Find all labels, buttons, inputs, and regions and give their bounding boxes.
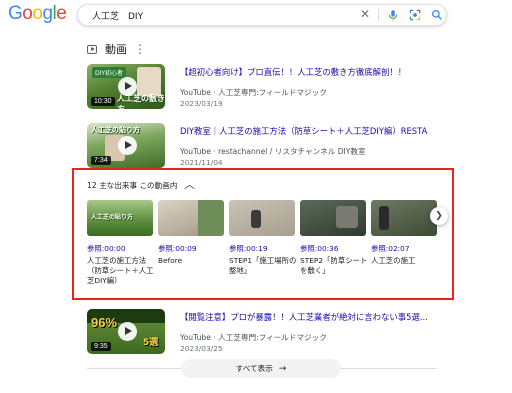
moment-thumb-garden: [198, 200, 224, 236]
thumb-caption: 96%: [91, 315, 118, 330]
moment-description: STEP2「防草シートを敷く」: [300, 256, 368, 275]
video-duration: 7:34: [91, 156, 111, 165]
thumb-badge: DIY初心者: [92, 67, 127, 78]
moment-thumb-tools: [336, 206, 358, 228]
moment-time-link[interactable]: 参照:00:00: [87, 243, 155, 254]
video-title-link[interactable]: DIY教室｜人工芝の施工方法（防草シート＋人工芝DIY編）RESTA: [180, 125, 427, 137]
key-moment[interactable]: 参照:00:09 Before: [158, 200, 226, 266]
video-result[interactable]: 96% 5選 9:35 【閲覧注意】プロが暴露！！人工芝業者が絶対に言わない事5…: [87, 309, 437, 361]
moment-thumb-worker: [251, 210, 261, 228]
search-icon[interactable]: [430, 8, 444, 22]
video-date: 2021/11/04: [180, 158, 223, 167]
video-duration: 10:30: [91, 97, 115, 106]
video-thumbnail[interactable]: DIY初心者 人工芝の敷き方 10:30: [87, 64, 165, 109]
moment-time-link[interactable]: 参照:02:07: [371, 243, 439, 254]
video-source: YouTube · 人工芝専門:フィールドマジック: [180, 333, 327, 342]
moment-thumbnail[interactable]: [300, 200, 366, 236]
google-logo[interactable]: Google: [8, 3, 67, 25]
play-icon[interactable]: [118, 77, 137, 96]
chevron-up-icon[interactable]: ︿: [184, 176, 195, 192]
key-moment[interactable]: 参照:02:07 人工芝の施工: [371, 200, 439, 266]
moment-description: 人工芝の施工: [371, 256, 416, 265]
divider-right: [341, 368, 437, 369]
moment-thumbnail[interactable]: [158, 200, 224, 236]
moment-thumb-worker: [379, 206, 389, 230]
thumb-badge: 5選: [143, 338, 159, 348]
video-date: 2023/03/25: [180, 344, 223, 353]
moment-thumbnail[interactable]: 人工芝の貼り方: [87, 200, 153, 236]
video-icon: [87, 44, 97, 54]
show-all-label: すべて表示: [235, 364, 273, 373]
mic-icon[interactable]: [386, 8, 400, 23]
video-date: 2023/03/19: [180, 99, 223, 108]
key-moments-header[interactable]: 12 主な出来事 この動画内: [87, 180, 177, 191]
moment-time-link[interactable]: 参照:00:19: [229, 243, 297, 254]
search-input[interactable]: 人工芝 DIY: [92, 9, 143, 22]
key-moment[interactable]: 参照:00:19 STEP1「施工場所の整地」: [229, 200, 297, 276]
video-duration: 9:35: [91, 342, 111, 351]
search-divider: [378, 9, 379, 22]
lens-icon[interactable]: [408, 8, 422, 22]
video-result[interactable]: DIY初心者 人工芝の敷き方 10:30 【超初心者向け】プロ直伝！！人工芝の敷…: [87, 64, 437, 116]
videos-section-header: 動画: [87, 42, 127, 56]
search-box[interactable]: 人工芝 DIY ✕: [77, 4, 447, 26]
arrow-right-icon: →: [278, 363, 287, 374]
video-title-link[interactable]: 【超初心者向け】プロ直伝！！人工芝の敷き方徹底解剖！！: [180, 66, 406, 78]
moment-thumbnail[interactable]: [229, 200, 295, 236]
moment-thumb-text: 人工芝の貼り方: [91, 214, 134, 221]
show-all-button[interactable]: すべて表示 →: [181, 359, 341, 378]
key-moment[interactable]: 参照:00:36 STEP2「防草シートを敷く」: [300, 200, 368, 276]
video-thumbnail[interactable]: 96% 5選 9:35: [87, 309, 165, 354]
video-title-link[interactable]: 【閲覧注意】プロが暴露！！人工芝業者が絶対に言わない事5選...: [180, 311, 428, 323]
moment-description: Before: [158, 256, 183, 265]
chevron-right-icon[interactable]: ❯: [430, 207, 448, 225]
play-icon[interactable]: [118, 322, 137, 341]
key-moments-panel: 12 主な出来事 この動画内 ︿ 人工芝の貼り方 参照:00:00 人工芝の施工…: [72, 168, 454, 300]
moment-time-link[interactable]: 参照:00:36: [300, 243, 368, 254]
video-source: YouTube · restachannel / リスタチャンネル DIY教室: [180, 147, 366, 156]
thumb-label: 人工芝の貼り方: [91, 126, 140, 134]
moment-thumbnail[interactable]: [371, 200, 437, 236]
moment-description: STEP1「施工場所の整地」: [229, 256, 297, 275]
section-title: 動画: [105, 43, 127, 56]
moment-description: 人工芝の施工方法（防草シート＋人工芝DIY編）: [87, 256, 154, 285]
divider-left: [87, 368, 181, 369]
more-vert-icon[interactable]: ⋮: [134, 42, 146, 56]
video-source: YouTube · 人工芝専門:フィールドマジック: [180, 88, 327, 97]
moment-time-link[interactable]: 参照:00:09: [158, 243, 226, 254]
video-thumbnail[interactable]: 人工芝の貼り方 7:34: [87, 123, 165, 168]
key-moment[interactable]: 人工芝の貼り方 参照:00:00 人工芝の施工方法（防草シート＋人工芝DIY編）: [87, 200, 155, 286]
close-icon[interactable]: ✕: [360, 7, 370, 21]
play-icon[interactable]: [118, 136, 137, 155]
